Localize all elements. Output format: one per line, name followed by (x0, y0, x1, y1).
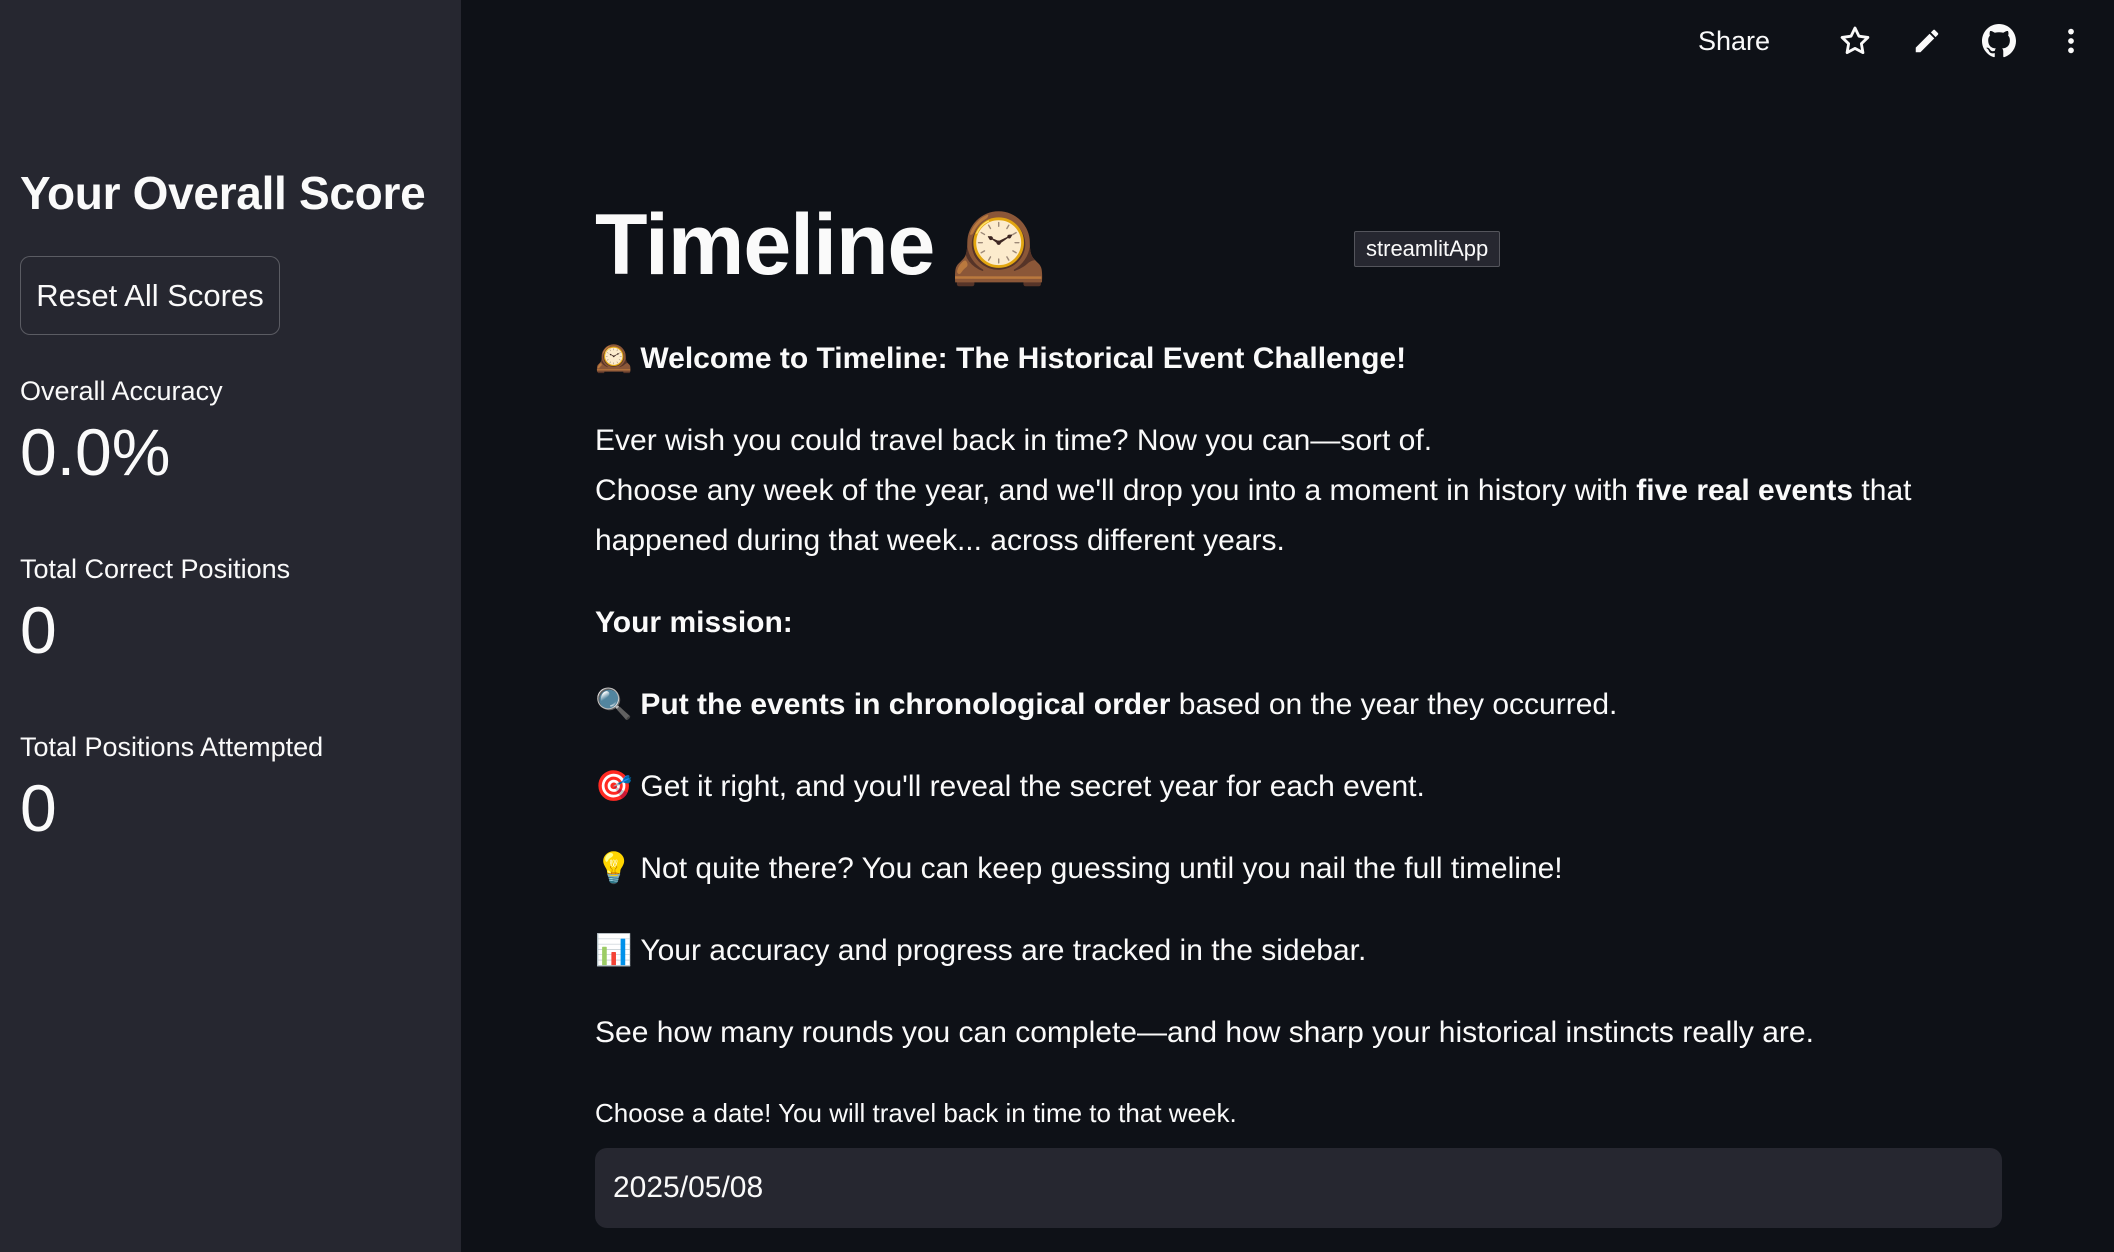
metric-value: 0.0% (20, 415, 171, 489)
metric-label: Total Correct Positions (20, 554, 291, 584)
mantel-clock-icon: 🕰️ (595, 342, 633, 375)
github-icon[interactable] (1976, 18, 2022, 64)
date-input[interactable] (595, 1148, 2002, 1228)
app-tooltip-badge: streamlitApp (1354, 231, 1501, 267)
intro-line-2a: Choose any week of the year, and we'll d… (595, 474, 1637, 507)
closing-line: See how many rounds you can complete—and… (595, 1016, 1814, 1049)
mission-item-text: Not quite there? You can keep guessing u… (640, 852, 1563, 885)
page-title: Timeline (595, 197, 935, 293)
metric-label: Overall Accuracy (20, 376, 223, 406)
sidebar: Your Overall Score Reset All Scores Over… (0, 0, 461, 1252)
mission-item-text: based on the year they occurred. (1170, 688, 1618, 721)
mission-heading-text: Your mission: (595, 606, 793, 639)
welcome-line: 🕰️ Welcome to Timeline: The Historical Ev… (595, 334, 2015, 384)
mission-heading: Your mission: (595, 598, 2015, 648)
metric-overall-accuracy: Overall Accuracy 0.0% (20, 376, 223, 485)
mission-item-2: 🎯 Get it right, and you'll reveal the sec… (595, 762, 2015, 812)
title-row: Timeline 🕰️ (595, 196, 1047, 295)
app-root: Your Overall Score Reset All Scores Over… (0, 0, 2114, 1252)
mission-item-text: Get it right, and you'll reveal the secr… (640, 770, 1425, 803)
more-vertical-icon[interactable] (2048, 18, 2094, 64)
date-input-label: Choose a date! You will travel back in t… (595, 1098, 1237, 1128)
intro-paragraph: Ever wish you could travel back in time?… (595, 416, 2015, 566)
mantel-clock-icon: 🕰️ (950, 201, 1048, 290)
bar-chart-icon: 📊 (595, 934, 633, 967)
intro-line-1: Ever wish you could travel back in time?… (595, 424, 1433, 457)
main-content: Timeline 🕰️ streamlitApp 🕰️ Welcome to Ti… (461, 0, 2114, 1252)
metric-value: 0 (20, 593, 57, 667)
mission-item-1: 🔍 Put the events in chronological order b… (595, 680, 2015, 730)
mission-item-text: Your accuracy and progress are tracked i… (640, 934, 1367, 967)
metric-total-correct-positions: Total Correct Positions 0 (20, 554, 290, 663)
metric-total-positions-attempted: Total Positions Attempted 0 (20, 732, 323, 841)
pencil-icon[interactable] (1904, 18, 1950, 64)
welcome-text: Welcome to Timeline: The Historical Even… (640, 342, 1407, 375)
intro-content: 🕰️ Welcome to Timeline: The Historical Ev… (595, 334, 2015, 1090)
metric-label: Total Positions Attempted (20, 732, 324, 762)
intro-line-2-bold: five real events (1636, 474, 1854, 507)
metric-value: 0 (20, 771, 57, 845)
header-toolbar: Share (1698, 18, 2094, 64)
share-button[interactable]: Share (1698, 26, 1770, 57)
mission-item-4: 📊 Your accuracy and progress are tracked … (595, 926, 2015, 976)
target-icon: 🎯 (595, 770, 633, 803)
lightbulb-icon: 💡 (595, 852, 633, 885)
mission-item-bold: Put the events in chronological order (640, 688, 1171, 721)
star-icon[interactable] (1832, 18, 1878, 64)
reset-all-scores-button[interactable]: Reset All Scores (20, 256, 280, 335)
sidebar-title: Your Overall Score (20, 167, 426, 219)
mission-item-3: 💡 Not quite there? You can keep guessing … (595, 844, 2015, 894)
magnifying-glass-icon: 🔍 (595, 688, 633, 721)
